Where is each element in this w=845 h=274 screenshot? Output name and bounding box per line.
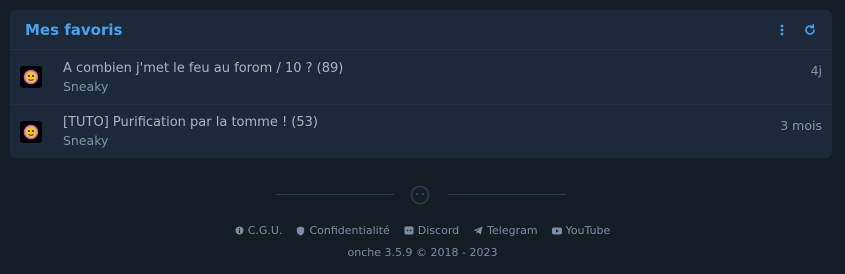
avatar	[20, 120, 42, 143]
topic-author[interactable]: Sneaky	[63, 78, 822, 95]
telegram-icon	[473, 226, 483, 235]
topic-author[interactable]: Sneaky	[63, 132, 822, 149]
list-item-body: A combien j'met le feu au forom / 10 ? (…	[63, 60, 822, 95]
footer-link-cgu[interactable]: C.G.U.	[235, 224, 283, 237]
divider-line-right	[448, 194, 566, 195]
refresh-icon[interactable]	[803, 23, 817, 37]
shield-icon	[297, 226, 305, 235]
more-options-icon[interactable]	[775, 23, 789, 37]
list-item[interactable]: [TUTO] Purification par la tomme ! (53) …	[10, 104, 832, 158]
divider-line-left	[276, 194, 394, 195]
footer-link-label: Confidentialité	[309, 224, 390, 237]
discord-icon	[404, 226, 414, 235]
footer-divider	[276, 185, 566, 205]
avatar	[20, 66, 42, 88]
youtube-icon	[551, 227, 562, 234]
footer-link-privacy[interactable]: Confidentialité	[296, 224, 390, 237]
smiley-logo-icon	[409, 185, 431, 209]
favorites-title: Mes favoris	[25, 20, 123, 39]
footer-link-telegram[interactable]: Telegram	[473, 224, 538, 237]
list-item-body: [TUTO] Purification par la tomme ! (53) …	[63, 114, 822, 149]
footer-link-discord[interactable]: Discord	[404, 224, 459, 237]
topic-time: 3 mois	[780, 118, 822, 133]
footer-link-label: C.G.U.	[247, 224, 283, 237]
footer-link-youtube[interactable]: YouTube	[551, 224, 611, 237]
copyright-text: onche 3.5.9 © 2018 - 2023	[347, 246, 498, 259]
topic-title[interactable]: [TUTO] Purification par la tomme ! (53)	[63, 114, 822, 132]
topic-title[interactable]: A combien j'met le feu au forom / 10 ? (…	[63, 60, 822, 78]
topic-time: 4j	[810, 63, 822, 78]
footer-link-label: YouTube	[565, 224, 611, 237]
footer-link-label: Discord	[417, 224, 460, 237]
footer-links: C.G.U. Confidentialité Discord Telegram …	[0, 224, 845, 237]
list-item[interactable]: A combien j'met le feu au forom / 10 ? (…	[10, 50, 832, 104]
info-icon	[235, 226, 244, 235]
favorites-panel: Mes favoris A combien j'met le feu au fo…	[10, 10, 832, 158]
favorites-header: Mes favoris	[10, 10, 832, 50]
page: Mes favoris A combien j'met le feu au fo…	[0, 0, 845, 274]
footer-link-label: Telegram	[487, 224, 538, 237]
